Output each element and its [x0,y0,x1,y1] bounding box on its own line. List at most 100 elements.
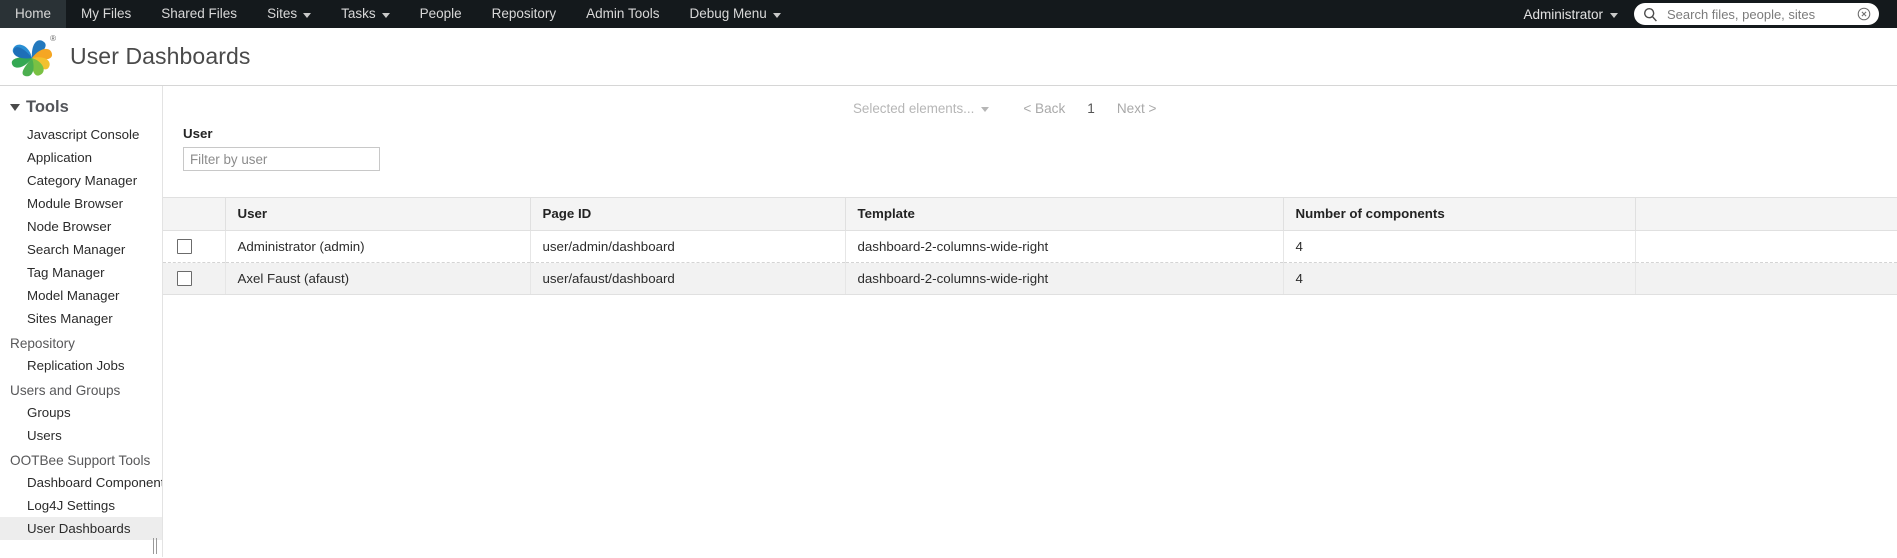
table-body: Administrator (admin) user/admin/dashboar… [163,230,1897,295]
chevron-down-icon [381,12,390,18]
sidebar-item-label: Search Manager [27,242,126,257]
global-nav: Home My Files Shared Files Sites Tasks People… [0,0,796,28]
sidebar-item-label: Model Manager [27,288,120,303]
nav-item-label: Shared Files [161,6,238,21]
sidebar-item-model-manager[interactable]: Model Manager [0,284,162,307]
sidebar-item-users[interactable]: Users [0,424,162,447]
selected-elements-label: Selected elements... [853,100,975,116]
cell-template: dashboard-2-columns-wide-right [845,230,1284,263]
nav-item-shared-files[interactable]: Shared Files [146,0,252,28]
sidebar-group-ootbee-support-tools[interactable]: OOTBee Support Tools [0,447,162,471]
nav-item-label: Home [15,6,52,21]
sidebar-item-tag-manager[interactable]: Tag Manager [0,261,162,284]
nav-item-admin-tools[interactable]: Admin Tools [571,0,674,28]
sidebar-item-label: Users [27,428,62,443]
user-filter-label: User [183,126,213,141]
page-title: User Dashboards [70,43,251,69]
sidebar-item-user-dashboards[interactable]: User Dashboards [0,517,162,540]
sidebar-item-sites-manager[interactable]: Sites Manager [0,307,162,330]
user-menu[interactable]: Administrator [1511,0,1630,28]
column-header-pageid[interactable]: Page ID [530,197,846,231]
table-row[interactable]: Axel Faust (afaust) user/afaust/dashboard… [163,262,1897,295]
toolbar-controls: Selected elements... < Back 1 Next > [853,101,1169,116]
nav-item-tasks[interactable]: Tasks [326,0,405,28]
sidebar-heading-label: OOTBee Support Tools [10,453,151,468]
nav-item-label: Debug Menu [689,6,767,21]
column-header-template[interactable]: Template [845,197,1284,231]
column-header-checkbox[interactable] [163,197,226,231]
sidebar-item-search-manager[interactable]: Search Manager [0,238,162,261]
top-navigation-bar: Home My Files Shared Files Sites Tasks People… [0,0,1897,28]
selected-elements-dropdown[interactable]: Selected elements... [853,101,1011,116]
pagination-next-button[interactable]: Next > [1105,101,1169,116]
chevron-down-icon [772,12,781,18]
table-header: User Page ID Template Number of components [163,197,1897,231]
table-header-row: User Page ID Template Number of components [163,197,1897,231]
cell-count: 4 [1283,262,1636,295]
sidebar-section-tools[interactable]: Tools [0,95,162,123]
row-checkbox[interactable] [177,239,192,255]
sidebar-item-label: Category Manager [27,173,138,188]
sidebar-item-label: Node Browser [27,219,112,234]
pagination-back-button[interactable]: < Back [1011,101,1077,116]
column-header-label: Template [857,206,915,221]
chevron-down-icon [303,12,312,18]
nav-item-debug-menu[interactable]: Debug Menu [674,0,795,28]
nav-item-label: Admin Tools [586,6,660,21]
sidebar-item-application[interactable]: Application [0,146,162,169]
sidebar-group-repository[interactable]: Repository [0,330,162,354]
column-header-user[interactable]: User [225,197,531,231]
nav-item-label: People [419,6,462,21]
cell-extra [1635,230,1897,263]
sidebar-group-users-and-groups[interactable]: Users and Groups [0,377,162,401]
sidebar-item-dashboard-components[interactable]: Dashboard Components [0,471,162,494]
clear-circle-icon[interactable] [1857,7,1871,21]
column-header-label: Number of components [1295,206,1445,221]
sidebar-heading-label: Users and Groups [10,383,121,398]
nav-item-label: My Files [81,6,132,21]
sidebar-item-category-manager[interactable]: Category Manager [0,169,162,192]
cell-template: dashboard-2-columns-wide-right [845,262,1284,295]
sidebar-resize-grip[interactable] [153,536,160,554]
table-toolbar: Selected elements... < Back 1 Next > [163,86,1897,126]
sidebar-item-groups[interactable]: Groups [0,401,162,424]
nav-item-label: Sites [267,6,298,21]
sidebar-item-log4j-settings[interactable]: Log4J Settings [0,494,162,517]
sidebar-item-node-browser[interactable]: Node Browser [0,215,162,238]
user-filter-input[interactable] [183,147,380,171]
sidebar-item-label: Log4J Settings [27,498,115,513]
dashboards-table-wrap: User Page ID Template Number of components … [163,197,1897,295]
sidebar-item-label: Replication Jobs [27,358,125,373]
column-header-extra[interactable] [1635,197,1897,231]
global-search-box[interactable] [1634,3,1879,25]
sidebar-nav: Tools Javascript Console Application Catego… [0,95,162,540]
nav-item-people[interactable]: People [405,0,477,28]
table-row[interactable]: Administrator (admin) user/admin/dashboar… [163,230,1897,263]
cell-pageid: user/afaust/dashboard [530,262,846,295]
user-menu-label: Administrator [1523,6,1603,22]
row-checkbox[interactable] [177,271,192,287]
column-header-label: Page ID [542,206,592,221]
nav-item-home[interactable]: Home [0,0,67,28]
sidebar-item-replication-jobs[interactable]: Replication Jobs [0,354,162,377]
row-select-cell [163,262,226,295]
chevron-down-icon [981,106,990,112]
sidebar: Tools Javascript Console Application Catego… [0,86,163,557]
pagination-page-1[interactable]: 1 [1077,101,1105,116]
registered-trademark-icon: ® [50,33,56,43]
sidebar-item-javascript-console[interactable]: Javascript Console [0,123,162,146]
sidebar-item-module-browser[interactable]: Module Browser [0,192,162,215]
main-content: Selected elements... < Back 1 Next > Use… [163,86,1897,557]
nav-item-sites[interactable]: Sites [252,0,326,28]
search-input[interactable] [1665,5,1850,23]
caret-down-icon [10,104,20,111]
cell-user: Administrator (admin) [225,230,531,263]
page-header: ® User Dashboards [0,28,1897,86]
sidebar-item-label: Groups [27,405,71,420]
nav-item-my-files[interactable]: My Files [66,0,146,28]
column-header-count[interactable]: Number of components [1283,197,1636,231]
cell-user: Axel Faust (afaust) [225,262,531,295]
nav-item-repository[interactable]: Repository [477,0,572,28]
grip-line [153,538,154,554]
cell-extra [1635,262,1897,295]
